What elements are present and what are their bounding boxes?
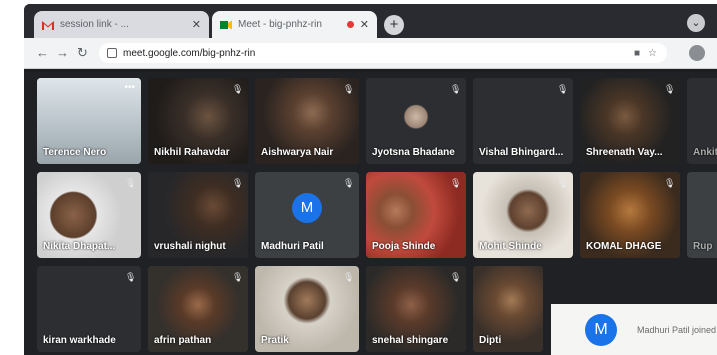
participant-name: Ankit [693,147,717,158]
participant-tile[interactable]: 🎙 Mohit Shinde [473,172,573,258]
participant-tile[interactable]: ••• Terence Nero [37,78,141,164]
participant-name: snehal shingare [372,335,449,346]
mic-off-icon: 🎙 [125,272,137,282]
participant-name: kiran warkhade [43,335,116,346]
participant-name: Terence Nero [43,147,107,158]
participant-tile[interactable]: 🎙 vrushali nighut [148,172,248,258]
participant-name: Aishwarya Nair [261,147,334,158]
participant-tile[interactable]: 🎙 snehal shingare [366,266,466,352]
recording-icon [346,21,354,28]
address-bar[interactable]: meet.google.com/big-pnhz-rin ■ ☆ [99,43,667,63]
participant-name: Pooja Shinde [372,241,436,252]
participant-tile[interactable]: Ankit [687,78,717,164]
notification-avatar: M [585,313,617,346]
mic-off-icon: 🎙 [557,84,569,94]
participant-name: Pratik [261,335,289,346]
mic-off-icon: 🎙 [343,84,355,94]
mic-off-icon: 🎙 [343,178,355,188]
gmail-icon [42,20,54,30]
participant-name: Shreenath Vay... [586,147,663,158]
url-text: meet.google.com/big-pnhz-rin [123,47,256,59]
participant-tile[interactable]: 🎙 kiran warkhade [37,266,141,352]
participant-tile[interactable]: 🎙 afrin pathan [148,266,248,352]
participant-name: Dipti [479,335,502,346]
meet-icon [220,20,232,29]
mic-off-icon: 🎙 [557,178,569,188]
participant-tile[interactable]: 🎙 Vishal Bhingard... [473,78,573,164]
participant-name: Nikhil Rahavdar [154,147,230,158]
participant-tile[interactable]: Dipti [473,266,543,352]
participant-avatar: M [292,193,322,224]
lock-icon [107,48,117,58]
participant-name: Vishal Bhingard... [479,147,564,158]
browser-window: session link - ... ✕ Meet - big-pnhz-rin… [24,4,717,355]
participant-tile[interactable]: 🎙 Jyotsna Bhadane [366,78,466,164]
mic-off-icon: 🎙 [232,272,244,282]
tab-title: session link - ... [60,19,129,30]
tab-strip: session link - ... ✕ Meet - big-pnhz-rin… [24,4,717,38]
reload-icon[interactable]: ↻ [77,45,88,61]
new-tab-button[interactable]: + [384,15,404,35]
bookmark-star-icon[interactable]: ☆ [648,48,657,59]
participant-name: Jyotsna Bhadane [372,147,455,158]
participant-name: Nikita Dhapat... [43,241,116,252]
mic-off-icon: 🎙 [232,178,244,188]
mic-off-icon: 🎙 [343,272,355,282]
tab-gmail[interactable]: session link - ... ✕ [34,11,209,38]
back-icon[interactable]: ← [36,45,49,60]
notification-text: Madhuri Patil joined [637,324,717,335]
mic-off-icon: 🎙 [450,178,462,188]
toolbar: ← → ↻ meet.google.com/big-pnhz-rin ■ ☆ [24,38,717,69]
participant-name: afrin pathan [154,335,212,346]
participant-tile[interactable]: M 🎙 Madhuri Patil [255,172,359,258]
more-options-icon[interactable]: ••• [124,82,135,93]
mic-off-icon: 🎙 [232,84,244,94]
participant-tile[interactable]: 🎙 Pooja Shinde [366,172,466,258]
participant-tile[interactable]: 🎙 Nikita Dhapat... [37,172,141,258]
mic-off-icon: 🎙 [664,84,676,94]
participant-tile[interactable]: 🎙 Pratik [255,266,359,352]
close-icon[interactable]: ✕ [360,18,369,31]
participant-tile[interactable]: Rup [687,172,717,258]
mic-off-icon: 🎙 [450,272,462,282]
participant-name: vrushali nighut [154,241,226,252]
participant-name: Mohit Shinde [479,241,542,252]
join-notification: M Madhuri Patil joined [551,304,717,355]
close-icon[interactable]: ✕ [192,18,201,31]
meeting-grid: ••• Terence Nero 🎙 Nikhil Rahavdar 🎙 Ais… [24,72,717,355]
mic-off-icon: 🎙 [125,178,137,188]
forward-icon[interactable]: → [56,45,69,60]
window-menu-icon[interactable]: ⌄ [687,14,705,32]
participant-tile[interactable]: 🎙 Nikhil Rahavdar [148,78,248,164]
camera-icon[interactable]: ■ [634,48,640,59]
participant-tile[interactable]: 🎙 KOMAL DHAGE [580,172,680,258]
participant-name: Rup [693,241,713,252]
participant-name: Madhuri Patil [261,241,324,252]
tab-meet[interactable]: Meet - big-pnhz-rin ✕ [212,11,377,38]
participant-tile[interactable]: 🎙 Aishwarya Nair [255,78,359,164]
tab-title: Meet - big-pnhz-rin [238,19,322,30]
profile-avatar[interactable] [689,45,705,61]
participant-tile[interactable]: 🎙 Shreenath Vay... [580,78,680,164]
mic-off-icon: 🎙 [450,84,462,94]
mic-off-icon: 🎙 [664,178,676,188]
participant-name: KOMAL DHAGE [586,241,662,252]
